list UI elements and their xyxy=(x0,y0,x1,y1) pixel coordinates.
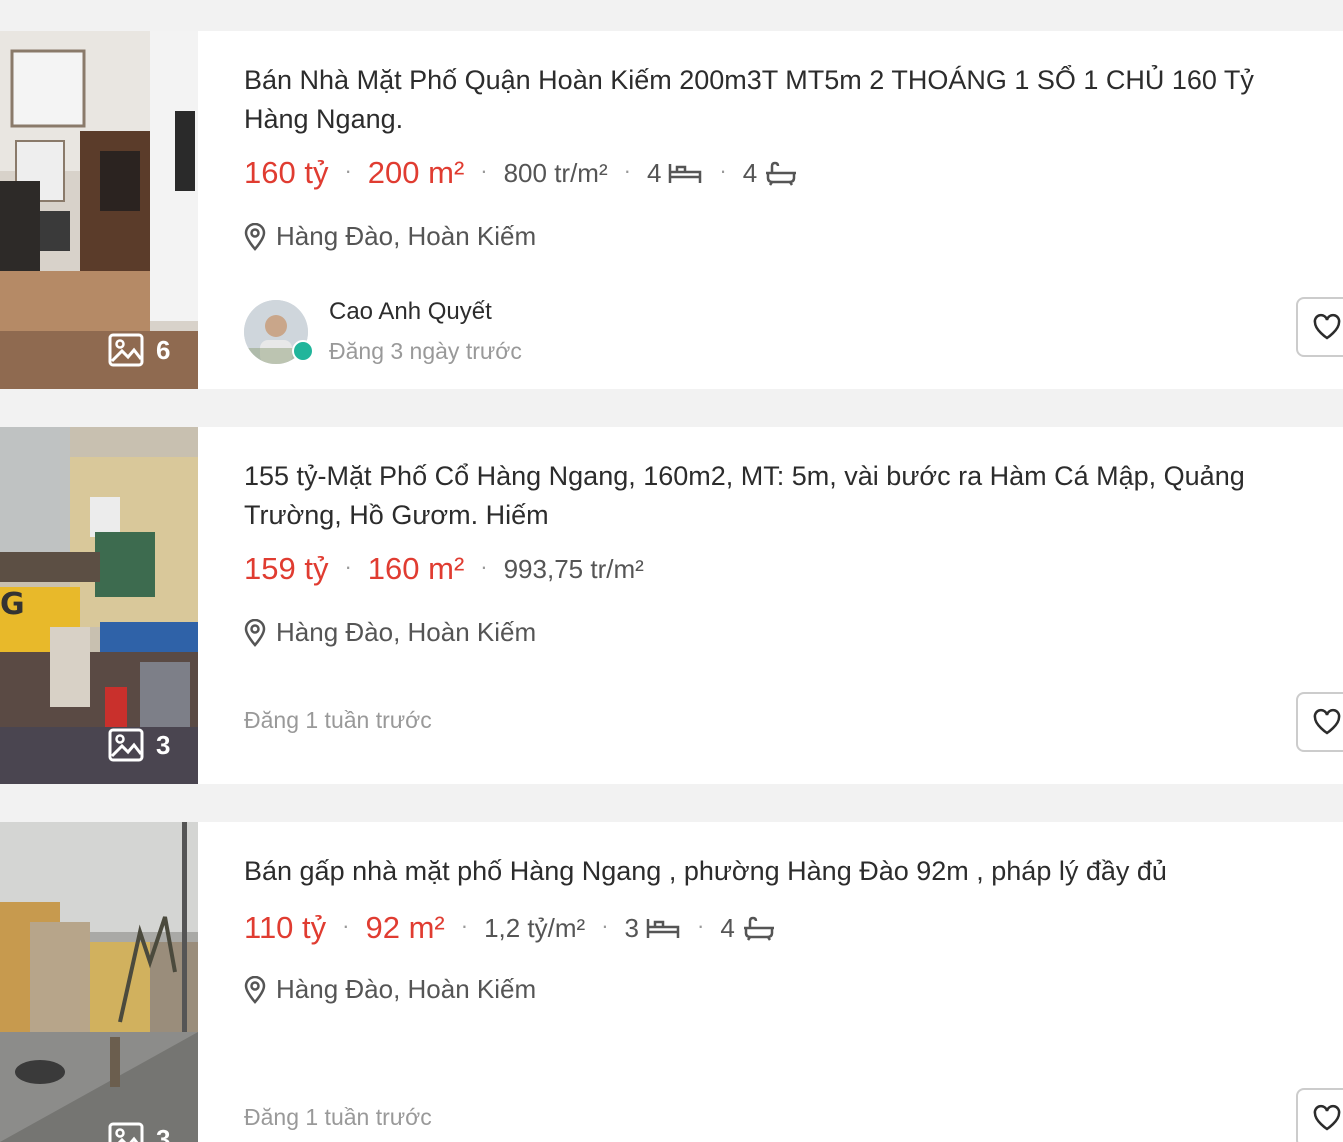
bed-icon xyxy=(669,164,702,183)
listing-card[interactable]: 3 Bán gấp nhà mặt phố Hàng Ngang , phườn… xyxy=(0,822,1343,1142)
price-row: 159 tỷ · 160 m² · 993,75 tr/m² xyxy=(244,551,644,587)
listing-card[interactable]: G 3 155 tỷ-Mặt Phố Cổ Hàng Ngang, 160m2,… xyxy=(0,427,1343,784)
verified-badge-icon xyxy=(292,340,314,362)
separator-dot: · xyxy=(342,913,350,938)
separator-dot: · xyxy=(344,158,352,183)
location-text: Hàng Đào, Hoàn Kiếm xyxy=(276,617,537,647)
image-count: 3 xyxy=(108,728,170,762)
bedroom-count: 3 xyxy=(624,912,639,943)
location: Hàng Đào, Hoàn Kiếm xyxy=(244,974,536,1005)
image-count-value: 6 xyxy=(156,334,171,365)
area: 92 m² xyxy=(365,910,445,945)
agent-info[interactable]: Cao Anh Quyết Đăng 3 ngày trước xyxy=(244,296,522,368)
svg-text:G: G xyxy=(0,587,25,622)
bathroom-count: 4 xyxy=(742,157,758,188)
bathrooms: 4 xyxy=(720,913,776,944)
agent-text: Cao Anh Quyết Đăng 3 ngày trước xyxy=(329,296,522,368)
favorite-button[interactable] xyxy=(1296,1088,1343,1142)
separator-dot: · xyxy=(344,554,352,579)
listing-photo[interactable]: 6 xyxy=(0,31,198,389)
image-count: 6 xyxy=(108,333,170,367)
price-per-m2: 1,2 tỷ/m² xyxy=(484,912,586,943)
listing-title[interactable]: Bán Nhà Mặt Phố Quận Hoàn Kiếm 200m3T MT… xyxy=(244,61,1319,139)
bathtub-icon xyxy=(766,161,797,186)
bed-icon xyxy=(646,919,680,938)
separator-dot: · xyxy=(460,913,469,938)
favorite-button[interactable] xyxy=(1296,297,1343,357)
separator-dot: · xyxy=(480,158,488,183)
heart-icon xyxy=(1313,1104,1341,1131)
image-icon xyxy=(108,728,144,762)
separator-dot: · xyxy=(697,913,705,938)
location: Hàng Đào, Hoàn Kiếm xyxy=(244,617,536,648)
bedrooms: 4 xyxy=(647,158,703,189)
separator-dot: · xyxy=(719,158,727,183)
image-count-value: 3 xyxy=(156,1123,171,1142)
price-per-m2: 993,75 tr/m² xyxy=(503,553,644,584)
location-text: Hàng Đào, Hoàn Kiếm xyxy=(276,221,537,251)
area: 160 m² xyxy=(367,551,465,586)
price-row: 160 tỷ · 200 m² · 800 tr/m² · 4 · 4 xyxy=(244,155,799,191)
listing-body: 155 tỷ-Mặt Phố Cổ Hàng Ngang, 160m2, MT:… xyxy=(244,427,1343,784)
separator-dot: · xyxy=(623,158,631,183)
listing-title[interactable]: Bán gấp nhà mặt phố Hàng Ngang , phường … xyxy=(244,852,1319,891)
bathrooms: 4 xyxy=(743,158,799,189)
heart-icon xyxy=(1313,313,1341,340)
location-pin-icon xyxy=(244,618,266,647)
bathtub-icon xyxy=(743,916,774,941)
listing-feed: 6 Bán Nhà Mặt Phố Quận Hoàn Kiếm 200m3T … xyxy=(0,0,1343,1142)
listing-photo[interactable]: G 3 xyxy=(0,427,198,784)
image-icon xyxy=(108,333,144,367)
avatar[interactable] xyxy=(244,300,314,364)
posted-time: Đăng 1 tuần trước xyxy=(244,707,432,733)
price-per-m2: 800 tr/m² xyxy=(503,157,608,188)
location: Hàng Đào, Hoàn Kiếm xyxy=(244,221,536,252)
area: 200 m² xyxy=(367,155,465,190)
location-pin-icon xyxy=(244,222,266,251)
bedrooms: 3 xyxy=(625,913,681,944)
price: 110 tỷ xyxy=(244,910,327,945)
favorite-button[interactable] xyxy=(1296,692,1343,752)
price: 159 tỷ xyxy=(244,551,329,586)
bathroom-count: 4 xyxy=(720,912,735,943)
image-count: 3 xyxy=(108,1122,170,1142)
listing-photo[interactable]: 3 xyxy=(0,822,198,1142)
listing-body: Bán gấp nhà mặt phố Hàng Ngang , phường … xyxy=(244,822,1343,1142)
separator-dot: · xyxy=(480,554,488,579)
heart-icon xyxy=(1313,708,1341,735)
agent-name[interactable]: Cao Anh Quyết xyxy=(329,296,522,328)
price-row: 110 tỷ · 92 m² · 1,2 tỷ/m² · 3 · 4 xyxy=(244,910,777,946)
image-icon xyxy=(108,1122,144,1142)
price: 160 tỷ xyxy=(244,155,329,190)
listing-card[interactable]: 6 Bán Nhà Mặt Phố Quận Hoàn Kiếm 200m3T … xyxy=(0,31,1343,389)
bedroom-count: 4 xyxy=(646,157,662,188)
posted-time: Đăng 3 ngày trước xyxy=(329,338,522,364)
separator-dot: · xyxy=(601,913,609,938)
location-text: Hàng Đào, Hoàn Kiếm xyxy=(276,974,537,1004)
posted-time: Đăng 1 tuần trước xyxy=(244,1104,432,1130)
street-photo xyxy=(0,822,198,1142)
listing-title[interactable]: 155 tỷ-Mặt Phố Cổ Hàng Ngang, 160m2, MT:… xyxy=(244,457,1319,535)
image-count-value: 3 xyxy=(156,729,171,760)
listing-body: Bán Nhà Mặt Phố Quận Hoàn Kiếm 200m3T MT… xyxy=(244,31,1343,389)
location-pin-icon xyxy=(244,975,266,1004)
